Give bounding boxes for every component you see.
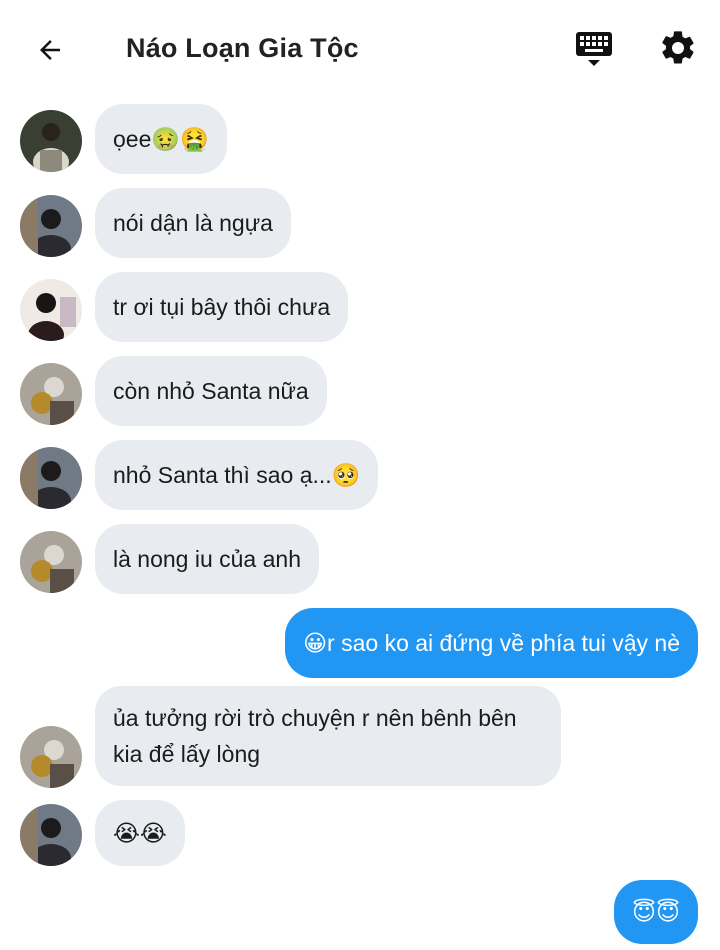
message-bubble[interactable]: còn nhỏ Santa nữa: [95, 356, 327, 426]
avatar[interactable]: [20, 447, 82, 509]
avatar[interactable]: [20, 363, 82, 425]
message-row: 😀r sao ko ai đứng về phía tui vậy nè: [0, 608, 720, 678]
message-bubble-outgoing[interactable]: 😀r sao ko ai đứng về phía tui vậy nè: [285, 608, 698, 678]
message-row: nói dận là ngựa: [0, 188, 720, 258]
message-text: nhỏ Santa thì sao ạ...🥺: [113, 462, 361, 488]
message-bubble[interactable]: là nong iu của anh: [95, 524, 319, 594]
chat-title: Náo Loạn Gia Tộc: [126, 33, 359, 63]
message-text: là nong iu của anh: [113, 546, 301, 572]
message-bubble[interactable]: nhỏ Santa thì sao ạ...🥺: [95, 440, 379, 510]
message-bubble[interactable]: tr ơi tụi bây thôi chưa: [95, 272, 349, 342]
chat-header: Náo Loạn Gia Tộc: [0, 0, 720, 100]
arrow-left-icon: [40, 40, 60, 60]
message-text: 😀r sao ko ai đứng về phía tui vậy nè: [303, 630, 680, 656]
message-bubble[interactable]: ọee🤢🤮: [95, 104, 227, 174]
message-row: ủa tưởng rời trò chuyện r nên bênh bên k…: [0, 686, 720, 790]
avatar[interactable]: [20, 279, 82, 341]
message-row: 😭😭: [0, 800, 720, 866]
message-text: ọee🤢🤮: [113, 126, 209, 152]
message-row: tr ơi tụi bây thôi chưa: [0, 272, 720, 342]
message-bubble[interactable]: ủa tưởng rời trò chuyện r nên bênh bên k…: [95, 686, 561, 786]
avatar[interactable]: [20, 804, 82, 866]
message-row: còn nhỏ Santa nữa: [0, 356, 720, 426]
message-text: 😇😇: [632, 899, 680, 925]
avatar[interactable]: [20, 195, 82, 257]
message-text: nói dận là ngựa: [113, 210, 273, 236]
keyboard-icon: [576, 32, 612, 66]
keyboard-toggle-button[interactable]: [574, 28, 614, 70]
gear-icon: [662, 31, 694, 64]
message-row: nhỏ Santa thì sao ạ...🥺: [0, 440, 720, 510]
back-button[interactable]: [30, 30, 70, 70]
avatar[interactable]: [20, 531, 82, 593]
settings-button[interactable]: [658, 28, 698, 68]
message-text: tr ơi tụi bây thôi chưa: [113, 294, 331, 320]
message-bubble[interactable]: 😭😭: [95, 800, 185, 866]
avatar[interactable]: [20, 110, 82, 172]
message-bubble-outgoing[interactable]: 😇😇: [614, 880, 698, 944]
message-row: 😇😇: [0, 880, 720, 944]
message-row: là nong iu của anh: [0, 524, 720, 594]
avatar[interactable]: [20, 726, 82, 788]
message-text: còn nhỏ Santa nữa: [113, 378, 309, 404]
message-row: ọee🤢🤮: [0, 104, 720, 174]
message-bubble[interactable]: nói dận là ngựa: [95, 188, 291, 258]
message-text: 😭😭: [113, 820, 167, 846]
message-text: ủa tưởng rời trò chuyện r nên bênh bên k…: [113, 705, 517, 767]
